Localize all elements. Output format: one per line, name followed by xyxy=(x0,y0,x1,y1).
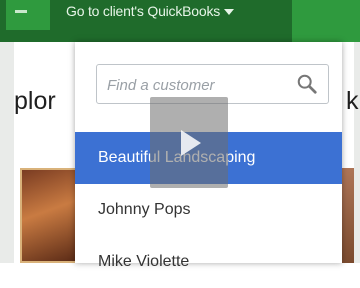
app-menu-button[interactable] xyxy=(6,0,50,30)
background-heading-fragment-right: k xyxy=(346,87,359,115)
customer-option-label: Mike Violette xyxy=(98,253,190,270)
top-right-action[interactable] xyxy=(292,0,360,42)
customer-option[interactable]: Mike Violette xyxy=(75,236,342,288)
caret-down-icon xyxy=(224,9,235,16)
app-menu-icon xyxy=(15,10,27,13)
screen: Go to client's QuickBooks plor k Beautif… xyxy=(0,0,360,270)
client-switcher-button[interactable]: Go to client's QuickBooks xyxy=(66,3,235,19)
background-photo xyxy=(20,168,80,263)
customer-option[interactable]: Johnny Pops xyxy=(75,184,342,236)
search-icon[interactable] xyxy=(296,73,318,95)
video-play-button[interactable] xyxy=(150,97,228,188)
customer-option-label: Johnny Pops xyxy=(98,201,191,218)
client-switcher-label: Go to client's QuickBooks xyxy=(66,3,221,19)
play-icon xyxy=(181,130,201,156)
background-heading-fragment-left: plor xyxy=(14,87,56,115)
top-bar: Go to client's QuickBooks xyxy=(0,0,360,42)
